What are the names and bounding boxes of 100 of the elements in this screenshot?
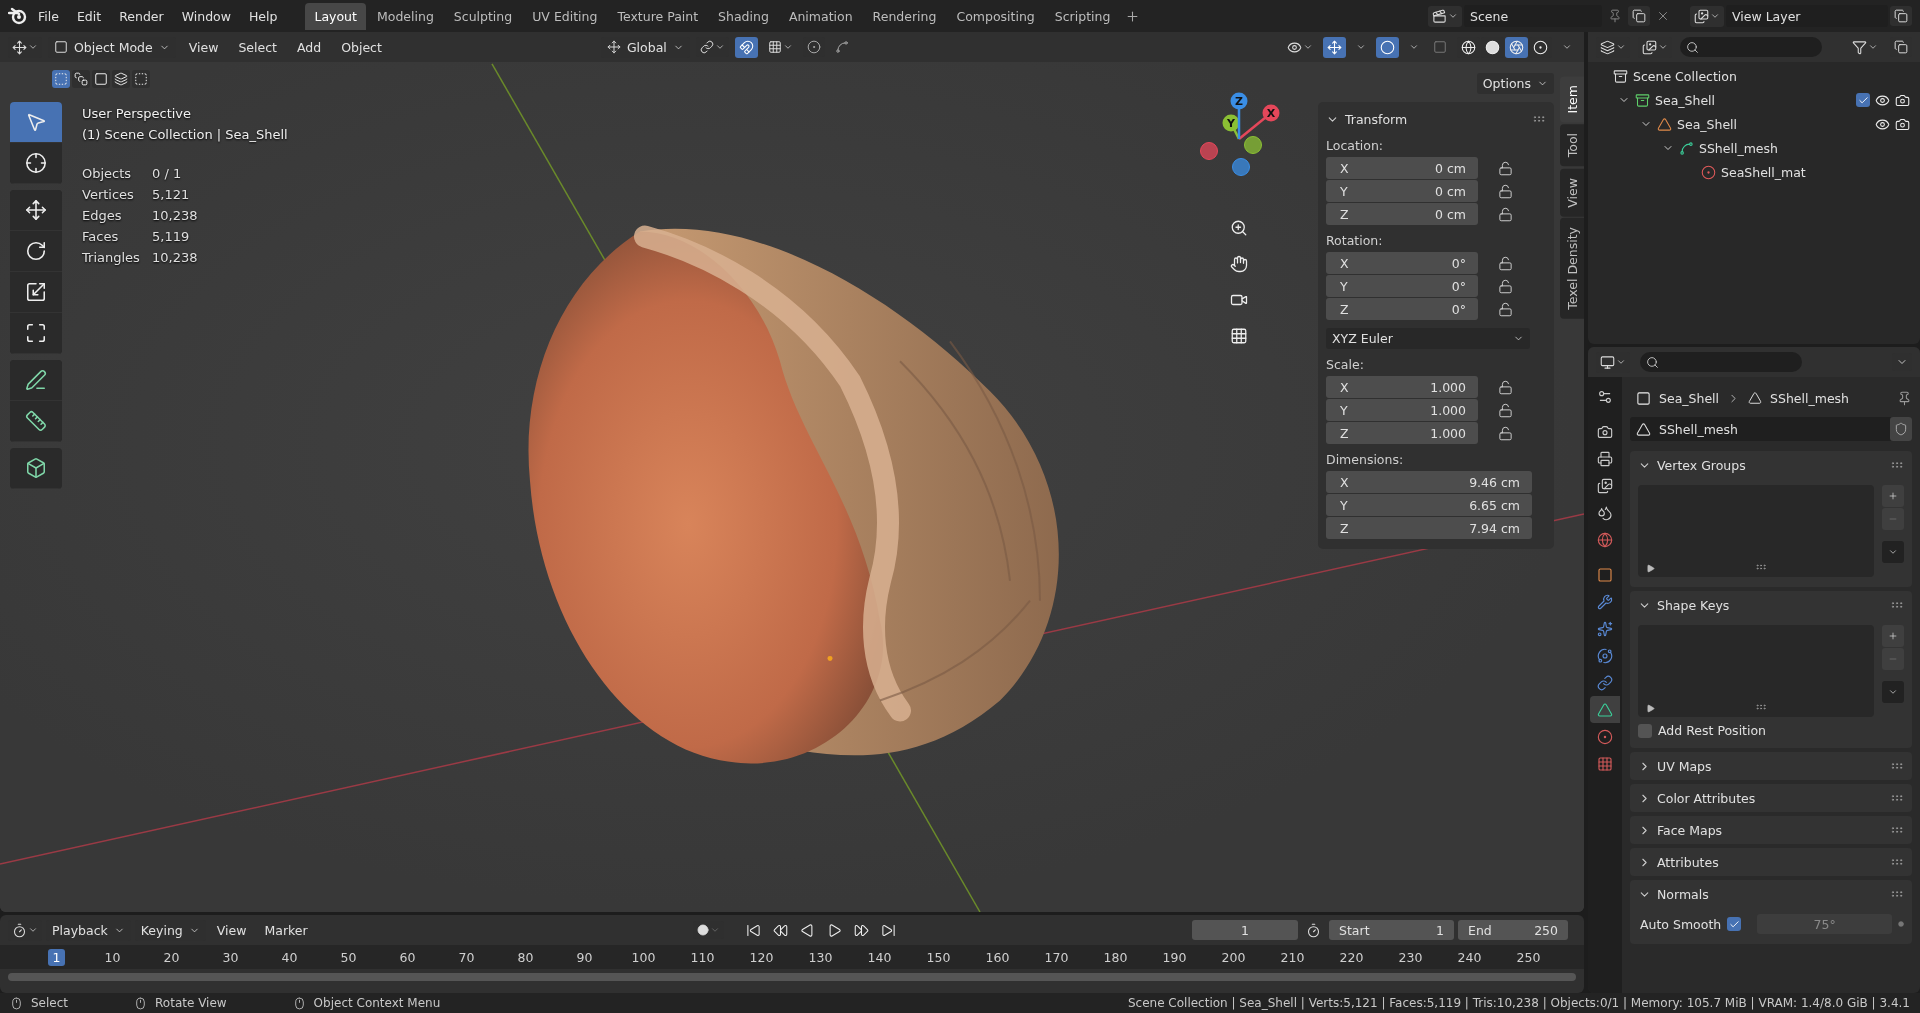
workspace-tab[interactable]: Layout (305, 2, 366, 30)
field-value: 0° (1451, 301, 1466, 317)
frame-ruler[interactable]: 1 10 20 30 40 50 60 70 80 90 100 110 120 130 140 150 160 170 180 190 200 210 220 230 240 250 (0, 945, 1584, 969)
timeline-menu[interactable]: View (209, 919, 254, 941)
field-value: 0 cm (1435, 206, 1466, 222)
panel-title[interactable]: Vertex Groups (1657, 457, 1884, 473)
workspace-tab[interactable]: Compositing (947, 2, 1044, 30)
number-field[interactable]: Y 6.65 cm (1326, 494, 1532, 516)
frame-number: 10 (103, 948, 122, 966)
field-value: SShell_mesh (1659, 421, 1739, 437)
frame-number: 160 (984, 948, 1011, 966)
view-context: (1) Scene Collection | Sea_Shell (82, 127, 288, 142)
number-field[interactable]: Y 0° (1326, 275, 1478, 297)
frame-number: 130 (807, 948, 834, 966)
frame-number: 190 (1161, 948, 1188, 966)
frame-number: 220 (1338, 948, 1365, 966)
workspace-tab[interactable]: Modeling (367, 2, 443, 30)
menu-item[interactable]: File (30, 4, 67, 28)
axis-label: Y (1340, 402, 1348, 418)
timeline-menu[interactable]: Marker (257, 919, 315, 941)
view-layer-field[interactable]: View Layer (1726, 5, 1888, 27)
frame-number: 170 (1043, 948, 1070, 966)
workspace-tab[interactable]: Sculpting (444, 2, 522, 30)
frame-number: 230 (1397, 948, 1424, 966)
panel-title[interactable]: Color Attributes (1657, 790, 1884, 806)
number-field[interactable]: Z 0° (1326, 298, 1478, 320)
field-value: 0 cm (1435, 183, 1466, 199)
axis-label: X (1340, 160, 1349, 176)
tree-item-label[interactable]: SeaShell_mat (1721, 164, 1910, 180)
options-dropdown[interactable]: Options (1476, 73, 1554, 94)
panel-title[interactable]: Attributes (1657, 854, 1884, 870)
status-hint: Select (31, 996, 69, 1010)
number-field[interactable]: X 1.000 (1326, 376, 1478, 398)
field-value: 1.000 (1430, 425, 1466, 441)
rotation-mode-dropdown[interactable]: XYZ Euler (1326, 328, 1530, 349)
workspace-tab[interactable]: UV Editing (523, 2, 607, 30)
header-menu[interactable]: View (181, 36, 226, 58)
tree-item-label[interactable]: Scene Collection (1633, 68, 1910, 84)
number-field[interactable]: X 9.46 cm (1326, 471, 1532, 493)
number-field[interactable]: X 0 cm (1326, 157, 1478, 179)
frame-number: 240 (1456, 948, 1483, 966)
menu-item[interactable]: Window (173, 4, 239, 28)
frame-number: 90 (575, 948, 594, 966)
panel-title[interactable]: Face Maps (1657, 822, 1884, 838)
navigation-gizmo[interactable]: X Y Z (1184, 84, 1294, 197)
menu-item[interactable]: Render (111, 4, 172, 28)
workspace-tab[interactable]: Rendering (863, 2, 946, 30)
frame-number: 120 (748, 948, 775, 966)
frame-number: 150 (925, 948, 952, 966)
tree-item-label[interactable]: Sea_Shell (1677, 116, 1870, 132)
header-menu[interactable]: Add (290, 36, 329, 58)
section-label: Dimensions: (1326, 452, 1405, 467)
start-frame-field[interactable]: Start 1 (1329, 920, 1454, 940)
stat-value: 10,238 (152, 249, 199, 267)
panel-title[interactable]: UV Maps (1657, 758, 1884, 774)
panel-title[interactable]: Normals (1657, 886, 1884, 902)
view-name: User Perspective (82, 106, 193, 121)
stat-label: Triangles (82, 249, 141, 267)
number-field[interactable]: Z 1.000 (1326, 422, 1478, 444)
number-field[interactable]: X 0° (1326, 252, 1478, 274)
frame-number: 20 (162, 948, 181, 966)
frame-number: 40 (280, 948, 299, 966)
workspace-tab[interactable]: Animation (779, 2, 862, 30)
stat-label: Vertices (82, 186, 135, 204)
sidebar-tab[interactable]: Tool (1560, 124, 1584, 167)
workspace-tab[interactable]: Scripting (1045, 2, 1120, 30)
number-field[interactable]: Y 0 cm (1326, 180, 1478, 202)
header-menu[interactable]: Object (334, 36, 389, 58)
panel-title[interactable]: Transform (1345, 111, 1526, 127)
panel-title[interactable]: Shape Keys (1657, 597, 1884, 613)
field-value: 9.46 cm (1469, 474, 1520, 490)
status-info: Scene Collection | Sea_Shell | Verts:5,121 | Faces:5,119 | Tris:10,238 | Objects:0/1 | Memory: 105.7 MiB | VRAM: 1.4/8.0 GiB | 3.4.1 (1127, 996, 1910, 1010)
workspace-tab[interactable]: Texture Paint (608, 2, 708, 30)
number-field[interactable]: Z 7.94 cm (1326, 517, 1532, 539)
mesh-name-field[interactable]: SShell_mesh (1630, 417, 1912, 441)
stat-label: Edges (82, 207, 123, 225)
axis-label: Z (1340, 301, 1349, 317)
frame-number: 70 (457, 948, 476, 966)
number-field[interactable]: Y 1.000 (1326, 399, 1478, 421)
axis-label: Y (1340, 278, 1348, 294)
frame-number: 30 (221, 948, 240, 966)
field-label: End (1468, 922, 1492, 938)
scene-name-field[interactable]: Scene (1464, 5, 1602, 27)
current-frame-field[interactable]: 1 (1192, 920, 1298, 940)
number-field[interactable]: Z 0 cm (1326, 203, 1478, 225)
field-value: 0° (1451, 255, 1466, 271)
header-menu[interactable]: Select (231, 36, 284, 58)
tree-item-label[interactable]: SShell_mesh (1699, 140, 1910, 156)
frame-number: 50 (339, 948, 358, 966)
workspace-tab[interactable]: Shading (709, 2, 778, 30)
field-value: 1 (1436, 922, 1444, 938)
tree-item-label[interactable]: Sea_Shell (1655, 92, 1851, 108)
field-value: 7.94 cm (1469, 520, 1520, 536)
sidebar-tab[interactable]: Item (1560, 76, 1584, 123)
menu-item[interactable]: Edit (68, 4, 110, 28)
sidebar-tab[interactable]: View (1560, 168, 1584, 217)
sidebar-tab[interactable]: Texel Density (1560, 218, 1584, 320)
end-frame-field[interactable]: End 250 (1458, 920, 1568, 940)
axis-label: X (1340, 474, 1349, 490)
menu-item[interactable]: Help (240, 4, 286, 28)
